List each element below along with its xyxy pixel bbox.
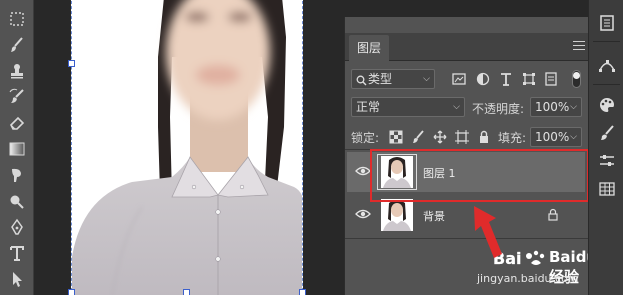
pen-tool-icon[interactable] — [6, 216, 28, 238]
adjustment-filter-icon[interactable] — [475, 71, 491, 87]
panel-menu-icon[interactable] — [573, 41, 585, 51]
smart-object-filter-icon[interactable] — [543, 71, 559, 87]
path-selection-icon[interactable] — [6, 268, 28, 290]
brush-tool-icon[interactable] — [6, 34, 28, 56]
swatches-palette-icon[interactable] — [596, 94, 617, 115]
eraser-tool-icon[interactable] — [6, 112, 28, 134]
transform-handle[interactable] — [183, 289, 190, 295]
document-canvas[interactable] — [71, 0, 303, 295]
opacity-label: 不透明度: — [472, 102, 525, 116]
pixel-filter-icon[interactable] — [451, 71, 467, 87]
lock-artboard-icon[interactable] — [454, 129, 470, 145]
blend-mode-value: 正常 — [356, 100, 381, 114]
lock-icon[interactable] — [547, 208, 559, 221]
opacity-field[interactable]: 100% ⌵ — [530, 97, 582, 117]
annotation-highlight — [370, 149, 589, 202]
chevron-down-icon: ⌵ — [570, 132, 577, 142]
divider — [593, 84, 620, 85]
dodge-tool-icon[interactable] — [6, 190, 28, 212]
divider — [593, 41, 620, 42]
filter-toggle[interactable] — [572, 70, 581, 88]
fill-value: 100% — [535, 130, 570, 144]
shape-filter-icon[interactable] — [521, 71, 537, 87]
search-icon — [356, 73, 367, 86]
transform-handle[interactable] — [68, 289, 75, 295]
watermark: Bai Baidu经验 jingyan.baidu.com — [477, 245, 597, 289]
portrait-image — [72, 0, 302, 295]
layer-name[interactable]: 背景 — [423, 208, 445, 224]
history-brush-icon[interactable] — [6, 86, 28, 108]
chevron-down-icon: ⌵ — [423, 74, 430, 84]
brush-settings-icon[interactable] — [596, 122, 617, 143]
panel-tab-bar: 图层 — [345, 33, 589, 61]
stamp-tool-icon[interactable] — [6, 60, 28, 82]
table-grid-icon[interactable] — [596, 178, 617, 199]
layer-thumbnail — [381, 199, 413, 231]
transform-handle[interactable] — [299, 289, 306, 295]
paths-icon[interactable] — [596, 54, 617, 75]
chevron-down-icon: ⌵ — [453, 102, 460, 112]
marquee-tool-icon[interactable] — [6, 8, 28, 30]
lock-all-icon[interactable] — [476, 129, 492, 145]
type-filter-icon[interactable] — [498, 71, 514, 87]
chevron-down-icon: ⌵ — [570, 102, 577, 112]
canvas-area[interactable] — [34, 0, 344, 295]
properties-icon[interactable] — [596, 12, 617, 33]
lock-pixels-icon[interactable] — [410, 129, 426, 145]
lock-label: 锁定: — [351, 131, 380, 145]
blend-mode-select[interactable]: 正常 ⌵ — [351, 97, 465, 117]
right-dock — [588, 0, 623, 295]
lock-transparent-icon[interactable] — [388, 129, 404, 145]
fill-field[interactable]: 100% ⌵ — [530, 127, 582, 147]
smudge-tool-icon[interactable] — [6, 164, 28, 186]
eye-icon[interactable] — [355, 165, 371, 177]
adjustments-sliders-icon[interactable] — [596, 150, 617, 171]
filter-kind-select[interactable]: 类型 ⌵ — [351, 69, 435, 89]
type-tool-icon[interactable] — [6, 242, 28, 264]
fill-label: 填充: — [498, 131, 527, 145]
annotation-arrow-icon — [474, 206, 502, 258]
lock-position-icon[interactable] — [432, 129, 448, 145]
filter-kind-label: 类型 — [368, 72, 393, 86]
tab-layers[interactable]: 图层 — [349, 35, 390, 61]
gradient-tool-icon[interactable] — [6, 138, 28, 160]
watermark-url: jingyan.baidu.com — [477, 272, 579, 285]
transform-handle[interactable] — [68, 60, 75, 67]
eye-icon[interactable] — [355, 208, 371, 220]
divider — [345, 238, 589, 239]
opacity-value: 100% — [535, 100, 570, 114]
tools-toolbar — [0, 0, 34, 295]
